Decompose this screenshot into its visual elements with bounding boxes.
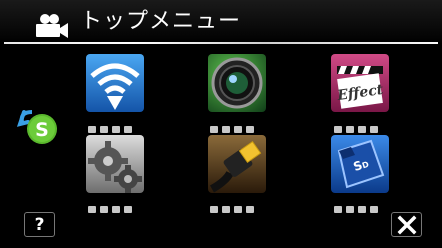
wifi-menu-tile[interactable] — [86, 54, 144, 112]
close-button[interactable] — [391, 212, 422, 237]
header-divider — [4, 42, 438, 44]
tile-indicator-dots — [334, 198, 382, 213]
help-button[interactable]: ? — [24, 212, 55, 237]
sd-card-icon: SD — [337, 139, 385, 189]
media-menu-tile[interactable]: SD — [331, 135, 389, 193]
effect-clapper-icon: Effect — [335, 66, 385, 109]
tile-indicator-dots — [88, 198, 136, 213]
hdmi-cable-icon — [209, 140, 262, 193]
settings-menu-tile[interactable] — [86, 135, 144, 193]
wifi-icon — [90, 63, 140, 110]
lens-icon — [211, 57, 263, 109]
gear-icon — [88, 141, 142, 193]
tile-indicator-dots — [210, 198, 258, 213]
close-icon — [397, 215, 416, 234]
movie-camera-icon — [32, 14, 72, 38]
page-title: トップメニュー — [80, 9, 242, 34]
tile-indicator-dots — [210, 118, 258, 133]
effect-menu-tile[interactable]: Effect — [331, 54, 389, 112]
header-bar: トップメニュー — [0, 0, 442, 44]
tile-indicator-dots — [334, 118, 382, 133]
swap-s-icon[interactable]: S — [14, 108, 62, 148]
lens-menu-tile[interactable] — [208, 54, 266, 112]
svg-text:S: S — [35, 119, 49, 141]
output-menu-tile[interactable] — [208, 135, 266, 193]
tile-indicator-dots — [88, 118, 136, 133]
